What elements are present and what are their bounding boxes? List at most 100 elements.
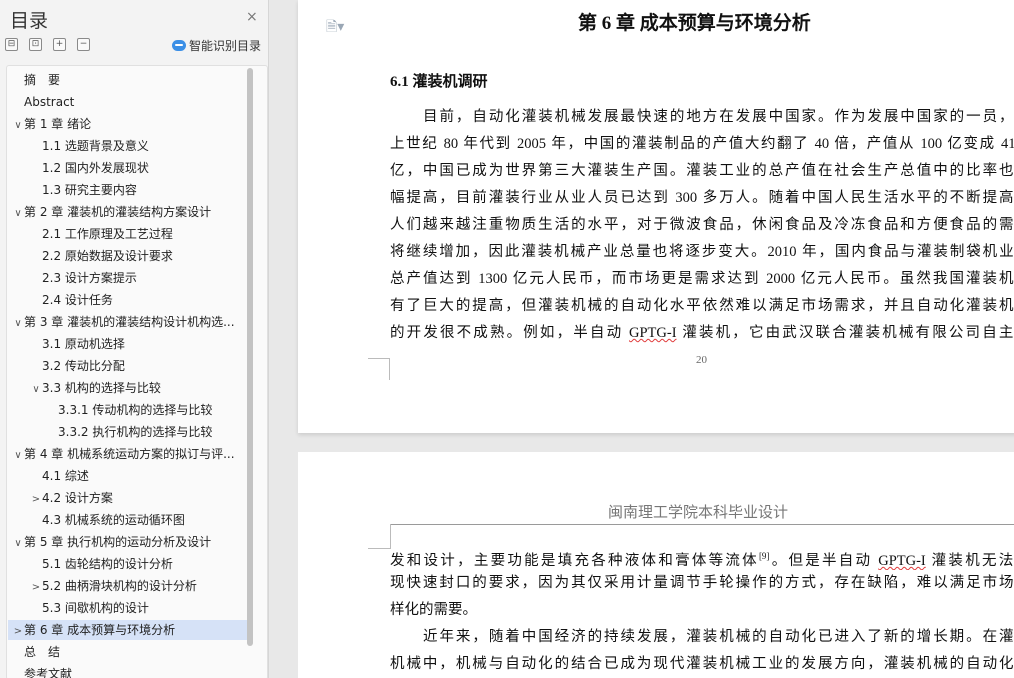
paragraph: 发和设计，主要功能是填充各种液体和膏体等流体[9]。但是半自动 GPTG-I 灌… [390, 543, 1014, 678]
header-rule [390, 524, 1014, 525]
remove-heading-icon[interactable]: − [77, 38, 90, 51]
toc-item-label: 参考文献 [24, 667, 73, 678]
toc-item[interactable]: 2.3 设计方案提示 [42, 268, 137, 288]
page-header: 闽南理工学院本科毕业设计 [608, 505, 789, 521]
smart-toc-label: 智能识别目录 [189, 39, 262, 53]
toc-item[interactable]: 1.1 选题背景及意义 [42, 136, 149, 156]
toc-item[interactable]: 5.1 齿轮结构的设计分析 [42, 554, 173, 574]
margin-mark [368, 524, 391, 549]
text-line: 总产值达到 1300 亿元人民币，而市场更是需求达到 2000 亿元人民币。虽然… [390, 271, 1014, 287]
toc-item[interactable]: 5.3 间歇机构的设计 [42, 598, 149, 618]
toc-item-label: 第 1 章 绪论 [24, 117, 92, 131]
document-page: 🗎▾ 第 6 章 成本预算与环境分析 6.1 灌装机调研 目前，自动化灌装机械发… [298, 0, 1014, 433]
text-line: 亿，中国已成为世界第三大灌装生产国。灌装工业的总产值在社会生产总值中的比率也大 [390, 163, 1014, 179]
toc-item[interactable]: >5.2 曲柄滑块机构的设计分析 [30, 576, 197, 596]
text-line: 上世纪 80 年代到 2005 年，中国的灌装制品的产值大约翻了 40 倍，产值… [390, 136, 1014, 152]
chevron-right-icon[interactable]: > [12, 622, 24, 642]
text-line: 样化的需要。 [390, 602, 477, 618]
toc-item-label: 4.3 机械系统的运动循环图 [42, 513, 185, 527]
toc-item[interactable]: >4.2 设计方案 [30, 488, 113, 508]
smart-toc-button[interactable]: 智能识别目录 [172, 37, 261, 54]
toc-item-label: 4.2 设计方案 [42, 491, 113, 505]
toc-item-label: 1.2 国内外发展现状 [42, 161, 149, 175]
toc-title: 目录 [10, 10, 49, 32]
chevron-down-icon[interactable]: ∨ [12, 204, 24, 224]
toc-item[interactable]: > 第 6 章 成本预算与环境分析 [8, 620, 250, 640]
toc-item-label: 总 结 [24, 645, 61, 659]
toc-item-label: 第 3 章 灌装机的灌装结构设计机构选... [24, 315, 235, 329]
chapter-title: 第 6 章 成本预算与环境分析 [578, 13, 811, 34]
citation[interactable]: [9] [759, 551, 770, 561]
text-line: 近年来，随着中国经济的持续发展，灌装机械的自动化已进入了新的增长期。在灌装 [423, 629, 1014, 645]
toc-item-label: 2.1 工作原理及工艺过程 [42, 227, 173, 241]
text-span: 发和设计，主要功能是填充各种液体和膏体等流体 [390, 552, 759, 569]
toc-item[interactable]: 3.3.2 执行机构的选择与比较 [58, 422, 212, 442]
toc-item[interactable]: 总 结 [24, 642, 60, 662]
page-number: 20 [696, 354, 707, 366]
chevron-down-icon[interactable]: ∨ [12, 446, 24, 466]
toc-item[interactable]: ∨ 第 1 章 绪论 [12, 114, 91, 134]
text-line: 机械中，机械与自动化的结合已成为现代灌装机械工业的发展方向，灌装机械的自动化有 [390, 656, 1014, 672]
toc-item[interactable]: 1.3 研究主要内容 [42, 180, 137, 200]
toc-item-label: 5.1 齿轮结构的设计分析 [42, 557, 173, 571]
toc-item-label: 3.3 机构的选择与比较 [42, 381, 161, 395]
toc-item[interactable]: 3.3.1 传动机构的选择与比较 [58, 400, 212, 420]
expand-all-icon[interactable]: ⊡ [29, 38, 42, 51]
toc-item-label: 2.2 原始数据及设计要求 [42, 249, 173, 263]
toc-item-label: 2.4 设计任务 [42, 293, 113, 307]
text-line: 幅提高，目前灌装行业从业人员已达到 300 多万人。随着中国人民生活水平的不断提… [390, 190, 1014, 206]
toc-item[interactable]: 2.1 工作原理及工艺过程 [42, 224, 173, 244]
toc-item-label: 第 4 章 机械系统运动方案的拟订与评... [24, 447, 235, 461]
toc-item[interactable]: ∨ 第 3 章 灌装机的灌装结构设计机构选... [12, 312, 235, 334]
toc-item[interactable]: 参考文献 [24, 664, 72, 678]
text-span: 灌装机，它由武汉联合灌装机械有限公司自主研 [676, 325, 1014, 341]
text-line: 有了巨大的提高，但灌装机械的自动化水平依然难以满足市场需求，并且自动化灌装机械 [390, 298, 1014, 314]
toc-scrollbar[interactable] [247, 68, 253, 646]
toc-item-label: 3.3.1 传动机构的选择与比较 [58, 403, 213, 417]
spellcheck-word[interactable]: GPTG-I [629, 325, 677, 341]
toc-item-label: 第 6 章 成本预算与环境分析 [24, 623, 176, 637]
toc-item[interactable]: 2.4 设计任务 [42, 290, 113, 310]
add-heading-icon[interactable]: + [53, 38, 66, 51]
margin-mark [368, 358, 390, 359]
close-icon[interactable]: × [246, 9, 258, 25]
chevron-right-icon[interactable]: > [30, 578, 42, 598]
toc-item[interactable]: 1.2 国内外发展现状 [42, 158, 149, 178]
text-line: 的开发很不成熟。例如，半自动 GPTG-I 灌装机，它由武汉联合灌装机械有限公司… [390, 320, 1014, 347]
toc-item[interactable]: 3.1 原动机选择 [42, 334, 125, 354]
toc-item[interactable]: Abstract [24, 92, 74, 112]
text-line: 发和设计，主要功能是填充各种液体和膏体等流体[9]。但是半自动 GPTG-I 灌… [390, 543, 1014, 570]
margin-mark [389, 358, 390, 380]
page-menu-icon[interactable]: 🗎▾ [326, 16, 344, 40]
spellcheck-word[interactable]: GPTG-I [878, 553, 926, 569]
ai-icon [172, 40, 186, 51]
toc-item-label: 5.2 曲柄滑块机构的设计分析 [42, 579, 197, 593]
toc-item-label: 2.3 设计方案提示 [42, 271, 137, 285]
document-page: 闽南理工学院本科毕业设计 发和设计，主要功能是填充各种液体和膏体等流体[9]。但… [298, 452, 1014, 678]
chevron-down-icon[interactable]: ∨ [12, 534, 24, 554]
toc-item-label: 5.3 间歇机构的设计 [42, 601, 149, 615]
text-line: 将继续增加，因此灌装机械产业总量也将逐步变大。2010 年，国内食品与灌装制袋机… [390, 244, 1014, 260]
toc-item-label: 第 2 章 灌装机的灌装结构方案设计 [24, 205, 212, 219]
text-line: 目前，自动化灌装机械发展最快速的地方在发展中国家。作为发展中国家的一员，从 [423, 109, 1014, 125]
toc-item-label: Abstract [24, 95, 75, 109]
toc-item-label: 3.2 传动比分配 [42, 359, 125, 373]
toc-item[interactable]: ∨ 3.3 机构的选择与比较 [30, 378, 161, 398]
chevron-down-icon[interactable]: ∨ [12, 314, 24, 334]
toc-item[interactable]: ∨ 第 2 章 灌装机的灌装结构方案设计 [12, 202, 211, 222]
toc-item-label: 1.3 研究主要内容 [42, 183, 137, 197]
toc-item[interactable]: 3.2 传动比分配 [42, 356, 125, 376]
text-line: 现快速封口的要求，因为其仅采用计量调节手轮操作的方式，存在缺陷，难以满足市场多 [390, 575, 1014, 591]
chevron-down-icon[interactable]: ∨ [12, 116, 24, 136]
toc-item[interactable]: ∨ 第 4 章 机械系统运动方案的拟订与评... [12, 444, 235, 466]
toc-item[interactable]: 2.2 原始数据及设计要求 [42, 246, 173, 266]
chevron-right-icon[interactable]: > [30, 490, 42, 510]
toc-item[interactable]: 4.1 综述 [42, 466, 89, 486]
collapse-all-icon[interactable]: ⊟ [5, 38, 18, 51]
toc-item-label: 4.1 综述 [42, 469, 89, 483]
toc-item[interactable]: 4.3 机械系统的运动循环图 [42, 510, 185, 530]
toc-item[interactable]: ∨ 第 5 章 执行机构的运动分析及设计 [12, 532, 211, 552]
chevron-down-icon[interactable]: ∨ [30, 380, 42, 400]
toc-item[interactable]: 摘 要 [24, 70, 60, 90]
toc-item-label: 3.3.2 执行机构的选择与比较 [58, 425, 213, 439]
